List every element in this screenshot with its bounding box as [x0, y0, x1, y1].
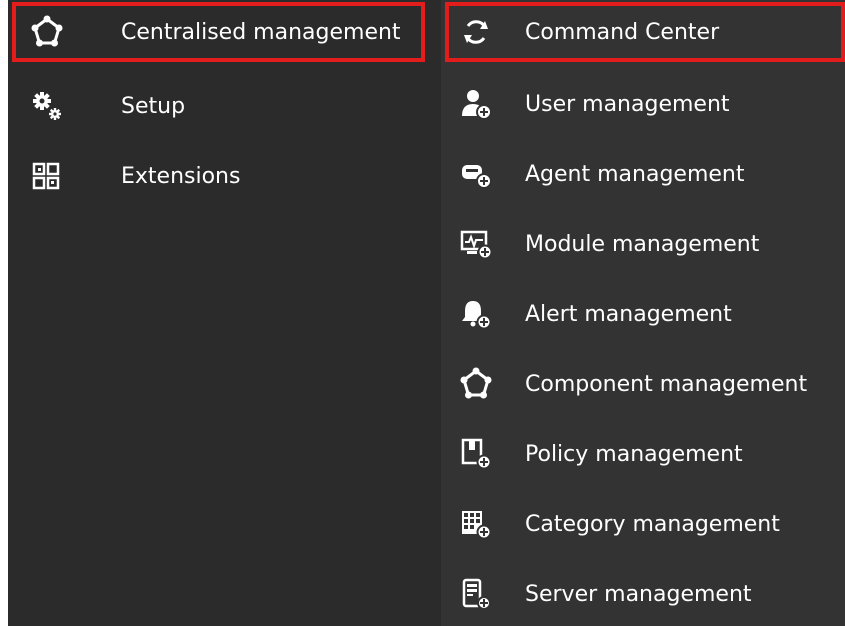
monitor-pulse-add-icon: [459, 227, 493, 261]
server-add-icon: [459, 577, 493, 611]
submenu-item-label: Module management: [525, 231, 760, 257]
refresh-cycle-icon: [459, 15, 493, 49]
policy-add-icon: [459, 437, 493, 471]
submenu-item-command-center[interactable]: Command Center: [445, 2, 845, 62]
menu-item-label: Extensions: [121, 163, 241, 189]
submenu-item-category-management[interactable]: Category management: [445, 494, 845, 554]
gears-icon: [30, 89, 64, 123]
submenu-item-component-management[interactable]: Component management: [445, 354, 845, 414]
category-grid-add-icon: [459, 507, 493, 541]
menu-item-extensions[interactable]: Extensions: [12, 146, 425, 206]
submenu-item-label: Server management: [525, 581, 752, 607]
menu-item-centralised-management[interactable]: Centralised management: [12, 2, 425, 62]
menu-item-label: Centralised management: [121, 19, 401, 45]
submenu-item-label: Alert management: [525, 301, 732, 327]
submenu-item-policy-management[interactable]: Policy management: [445, 424, 845, 484]
bell-add-icon: [459, 297, 493, 331]
extensions-grid-icon: [30, 159, 64, 193]
submenu-item-agent-management[interactable]: Agent management: [445, 144, 845, 204]
submenu: Command Center User management Agent man…: [441, 0, 845, 626]
submenu-item-label: Policy management: [525, 441, 743, 467]
submenu-item-label: Command Center: [525, 19, 720, 45]
submenu-item-label: Agent management: [525, 161, 745, 187]
network-pentagon-icon: [459, 367, 493, 401]
submenu-item-user-management[interactable]: User management: [445, 74, 845, 134]
menu-item-label: Setup: [121, 93, 186, 119]
navigation-menu: Centralised management Setup Extensions …: [8, 0, 845, 626]
agent-add-icon: [459, 157, 493, 191]
submenu-item-alert-management[interactable]: Alert management: [445, 284, 845, 344]
menu-item-setup[interactable]: Setup: [12, 76, 425, 136]
menu-divider: [433, 0, 441, 626]
submenu-item-label: Component management: [525, 371, 808, 397]
submenu-item-label: Category management: [525, 511, 780, 537]
submenu-item-label: User management: [525, 91, 730, 117]
submenu-item-module-management[interactable]: Module management: [445, 214, 845, 274]
submenu-item-server-management[interactable]: Server management: [445, 564, 845, 624]
main-menu: Centralised management Setup Extensions: [8, 0, 433, 626]
network-pentagon-icon: [30, 15, 64, 49]
user-add-icon: [459, 87, 493, 121]
